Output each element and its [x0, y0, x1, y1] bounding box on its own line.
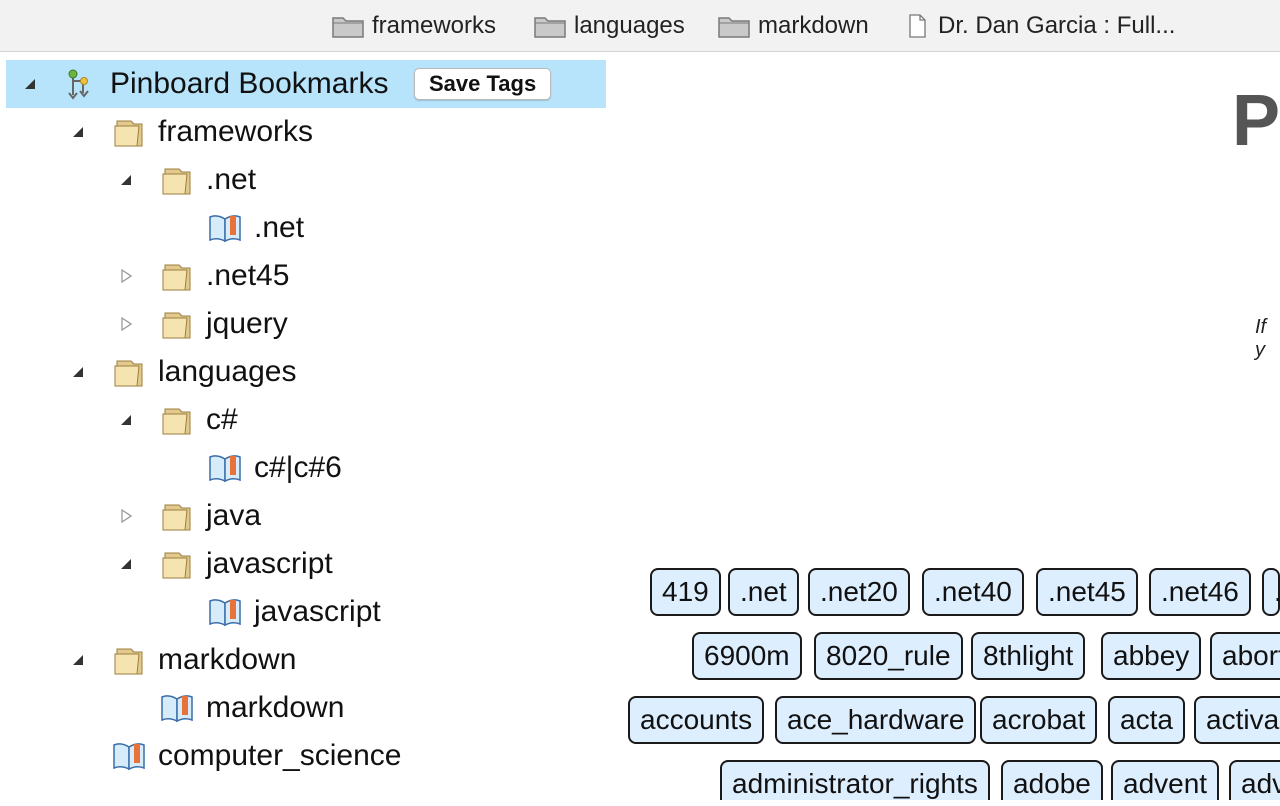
tag-chip[interactable]: abort: [1210, 632, 1280, 680]
tag-chip[interactable]: administrator_rights: [720, 760, 990, 800]
tree-folder-csharp[interactable]: c#: [6, 396, 606, 444]
bookmarks-bar-label: frameworks: [372, 12, 497, 39]
bookmarks-bar-label: markdown: [758, 12, 869, 39]
tree-label: java: [206, 499, 262, 532]
folder-icon: [718, 17, 750, 38]
tree-label: markdown: [206, 691, 345, 724]
tree-label: markdown: [158, 643, 297, 676]
tree-label: languages: [158, 355, 297, 388]
tag-chip[interactable]: 6900m: [692, 632, 802, 680]
bookmarks-bar: frameworks languages markdown Dr. Dan Ga…: [0, 0, 1280, 52]
tag-chip[interactable]: 8020_rule: [814, 632, 963, 680]
triangle-expanded-icon[interactable]: [68, 362, 88, 382]
bookmarks-bar-label: Dr. Dan Garcia : Full...: [938, 12, 1176, 39]
tree-folder-jquery[interactable]: jquery: [6, 300, 606, 348]
folder-icon: [160, 547, 194, 581]
tag-chip[interactable]: accounts: [628, 696, 765, 744]
tree-bookmark-javascript[interactable]: javascript: [6, 588, 606, 636]
tree-label: c#: [206, 403, 238, 436]
tag-chip[interactable]: abbey: [1101, 632, 1202, 680]
tree-label: javascript: [254, 595, 381, 628]
triangle-collapsed-icon[interactable]: [116, 506, 136, 526]
tree-label: computer_science: [158, 739, 402, 772]
triangle-expanded-icon[interactable]: [116, 410, 136, 430]
tree-folder-frameworks[interactable]: frameworks: [6, 108, 606, 156]
save-tags-button[interactable]: Save Tags: [414, 68, 552, 100]
tree-bookmark-computer-science[interactable]: computer_science: [6, 732, 606, 780]
tree-label: Pinboard Bookmarks: [110, 67, 389, 100]
folder-icon: [112, 643, 146, 677]
bookmark-tree: Pinboard Bookmarks Save Tags frameworks …: [0, 58, 620, 800]
tag-chip[interactable]: activa: [1194, 696, 1280, 744]
folder-icon: [332, 17, 364, 38]
tree-label: .net: [206, 163, 257, 196]
bookmark-book-icon: [208, 211, 242, 245]
bookmark-book-icon: [112, 739, 146, 773]
triangle-expanded-icon[interactable]: [116, 554, 136, 574]
triangle-expanded-icon[interactable]: [68, 122, 88, 142]
page-note-partial: If y: [1255, 316, 1267, 361]
tag-chip[interactable]: 8thlight: [971, 632, 1086, 680]
tree-bookmark-dotnet[interactable]: .net: [6, 204, 606, 252]
bookmarks-bar-item-frameworks[interactable]: frameworks: [332, 10, 496, 42]
tag-chip[interactable]: 419: [650, 568, 721, 616]
bookmarks-bar-item-languages[interactable]: languages: [534, 10, 685, 42]
tree-folder-markdown[interactable]: markdown: [6, 636, 606, 684]
tag-chip[interactable]: acrobat: [980, 696, 1098, 744]
tag-chip[interactable]: .net45: [1036, 568, 1138, 616]
tag-chip[interactable]: .: [1262, 568, 1280, 616]
tree-label: frameworks: [158, 115, 314, 148]
tree-folder-java[interactable]: java: [6, 492, 606, 540]
tag-chip[interactable]: .net40: [922, 568, 1024, 616]
folder-icon: [160, 307, 194, 341]
tree-label: .net45: [206, 259, 290, 292]
bookmark-book-icon: [160, 691, 194, 725]
tag-chip[interactable]: .net20: [808, 568, 910, 616]
tree-bookmark-csharp6[interactable]: c#|c#6: [6, 444, 606, 492]
bookmark-book-icon: [208, 595, 242, 629]
tree-label: .net: [254, 211, 305, 244]
folder-icon: [534, 17, 566, 38]
folder-icon: [160, 499, 194, 533]
tag-chip[interactable]: adv: [1229, 760, 1280, 800]
folder-icon: [160, 163, 194, 197]
tree-root-pinboard-bookmarks[interactable]: Pinboard Bookmarks Save Tags: [6, 60, 606, 108]
tag-chip[interactable]: .net: [728, 568, 799, 616]
tag-chip[interactable]: ace_hardware: [775, 696, 977, 744]
bookmark-book-icon: [208, 451, 242, 485]
page-icon: [909, 14, 926, 38]
tree-label: javascript: [206, 547, 333, 580]
tree-bookmark-markdown[interactable]: markdown: [6, 684, 606, 732]
triangle-expanded-icon[interactable]: [20, 74, 40, 94]
tree-folder-javascript[interactable]: javascript: [6, 540, 606, 588]
folder-icon: [112, 355, 146, 389]
tag-chip[interactable]: acta: [1108, 696, 1185, 744]
folder-icon: [112, 115, 146, 149]
triangle-collapsed-icon[interactable]: [116, 266, 136, 286]
triangle-expanded-icon[interactable]: [68, 650, 88, 670]
tag-chip[interactable]: advent: [1111, 760, 1220, 800]
tree-folder-dotnet45[interactable]: .net45: [6, 252, 606, 300]
bookmarks-bar-item-markdown[interactable]: markdown: [718, 10, 869, 42]
bookmarks-bar-item-dan-garcia[interactable]: Dr. Dan Garcia : Full...: [904, 10, 1175, 42]
tree-label: jquery: [206, 307, 288, 340]
tag-chip[interactable]: .net46: [1149, 568, 1251, 616]
folder-icon: [160, 403, 194, 437]
page-heading-partial: Pi: [1232, 81, 1280, 161]
triangle-collapsed-icon[interactable]: [116, 314, 136, 334]
tree-label: c#|c#6: [254, 451, 342, 484]
bookmarks-bar-label: languages: [574, 12, 685, 39]
triangle-expanded-icon[interactable]: [116, 170, 136, 190]
tree-folder-languages[interactable]: languages: [6, 348, 606, 396]
tag-chip[interactable]: adobe: [1001, 760, 1103, 800]
bookmarks-root-icon: [64, 67, 98, 101]
folder-icon: [160, 259, 194, 293]
tree-folder-dotnet[interactable]: .net: [6, 156, 606, 204]
